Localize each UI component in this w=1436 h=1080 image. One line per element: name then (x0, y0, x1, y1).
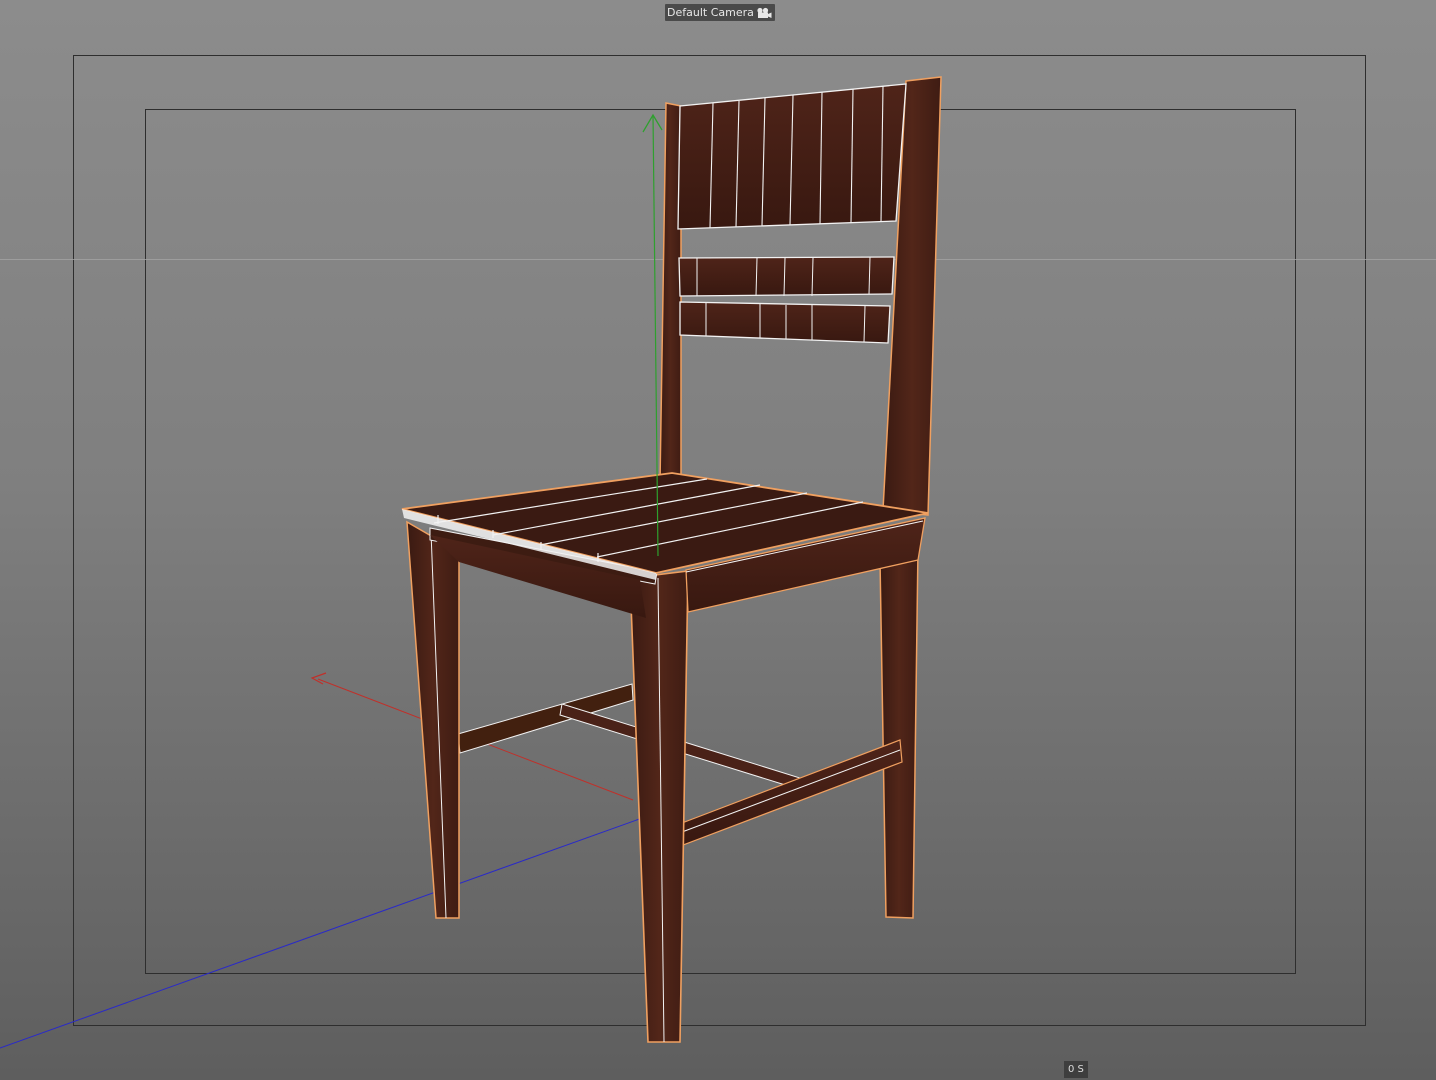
axis-z[interactable] (0, 816, 646, 1049)
timeline-frame-label: 0 S (1064, 1061, 1088, 1078)
chair-back-left-post (659, 102, 682, 484)
camera-label-text: Default Camera (667, 6, 754, 19)
chair-back-rail-upper (678, 256, 895, 297)
chair-model[interactable] (401, 76, 942, 1043)
camera-selector[interactable]: Default Camera (665, 4, 775, 21)
scene-canvas[interactable] (0, 0, 1436, 1080)
chair-back-rail-lower (679, 301, 891, 344)
3d-viewport[interactable]: Default Camera 0 S (0, 0, 1436, 1080)
camera-icon (757, 7, 772, 18)
chair-leg-back-right (879, 546, 919, 919)
